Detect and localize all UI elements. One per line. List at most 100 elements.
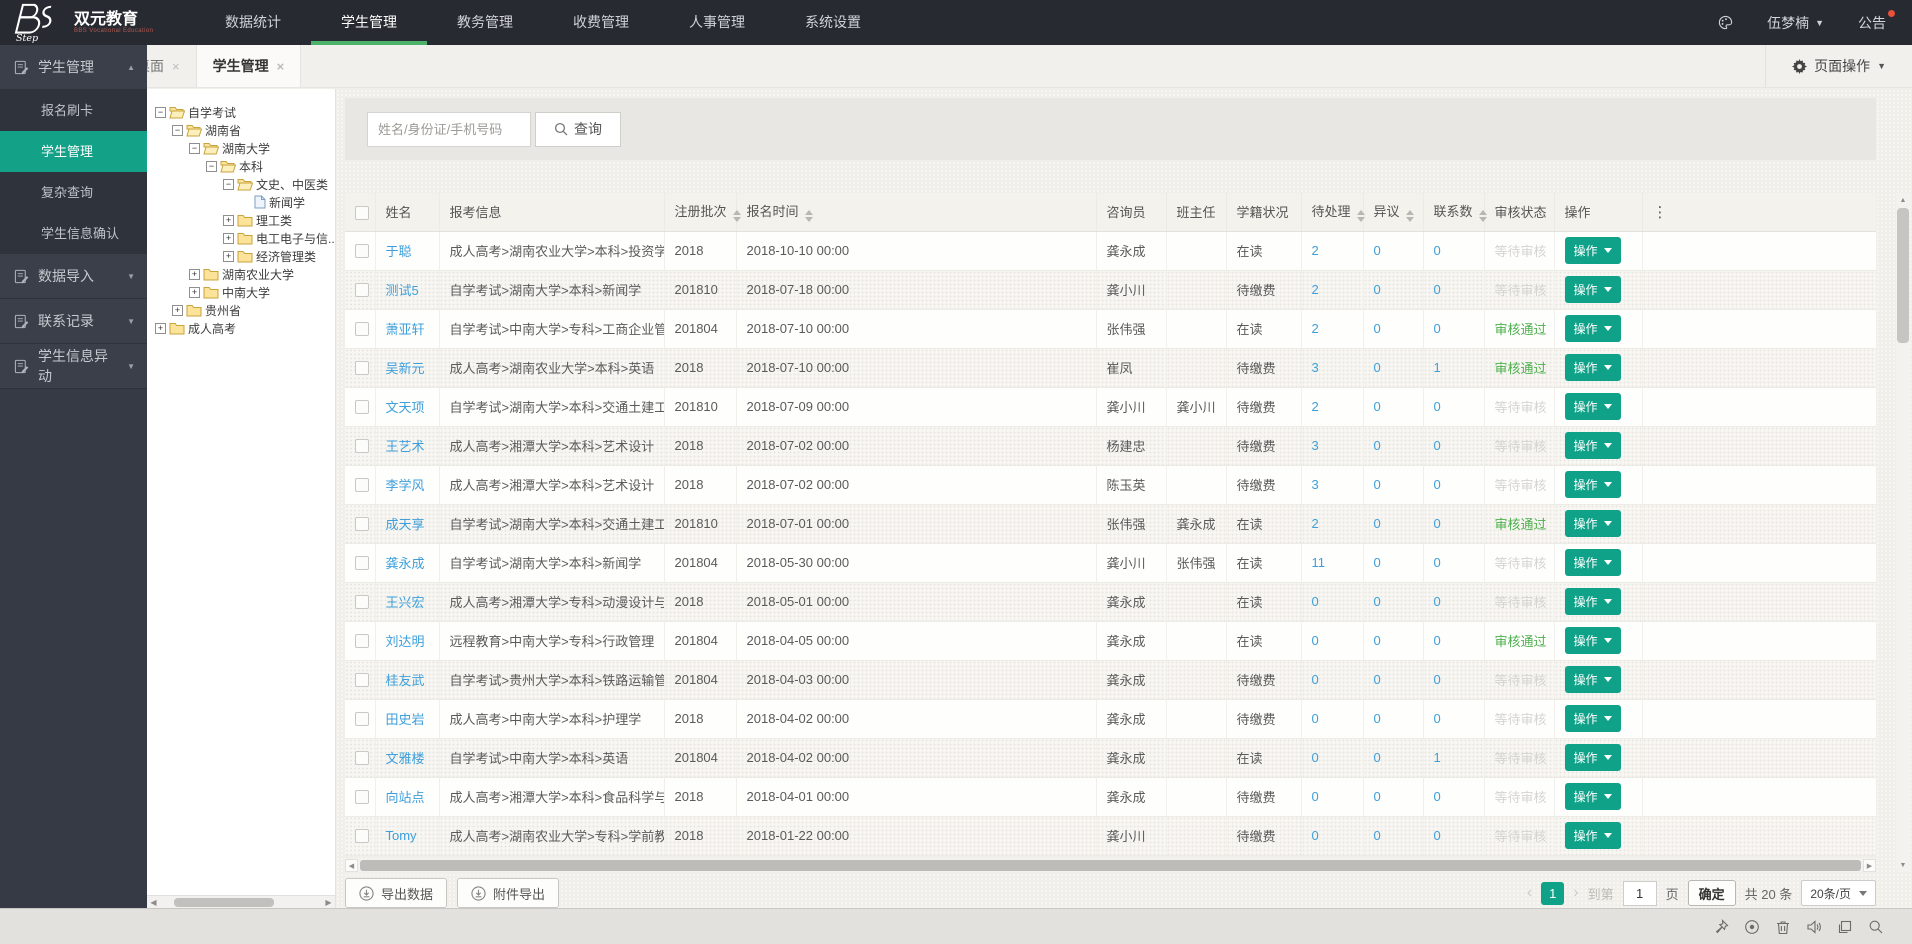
objection-count-link[interactable]: 0 [1374,282,1381,297]
contact-count-link[interactable]: 0 [1434,828,1441,843]
student-name-link[interactable]: 龚永成 [386,556,425,571]
tree-node-8[interactable]: +电工电子与信... [151,229,335,247]
objection-count-link[interactable]: 0 [1374,438,1381,453]
expand-icon[interactable]: + [172,305,183,316]
sort-icon[interactable] [1479,210,1487,222]
column-header-7[interactable]: 学籍状况 [1226,193,1301,231]
export-data-button[interactable]: 导出数据 [345,878,447,908]
tree-node-4[interactable]: −本科 [151,157,335,175]
expand-icon[interactable]: + [189,287,200,298]
contact-count-link[interactable]: 0 [1434,711,1441,726]
contact-count-link[interactable]: 0 [1434,633,1441,648]
collapse-icon[interactable]: − [189,143,200,154]
sort-icon[interactable] [805,210,813,222]
objection-count-link[interactable]: 0 [1374,672,1381,687]
confirm-page-button[interactable]: 确定 [1688,880,1736,906]
expand-icon[interactable]: + [223,215,234,226]
scroll-up-icon[interactable]: ▲ [1896,193,1910,207]
tree-node-3[interactable]: −湖南大学 [151,139,335,157]
sort-icon[interactable] [733,210,741,222]
sidebar-section-4[interactable]: 学生信息异动▼ [0,344,147,389]
app-logo[interactable]: Step 双元教育 BBS Vocational Education [0,0,195,45]
scroll-down-icon[interactable]: ▼ [1896,858,1910,872]
student-name-link[interactable]: Tomy [386,828,417,843]
scroll-right-icon[interactable]: ▶ [322,896,335,909]
row-action-button[interactable]: 操作 [1565,393,1621,420]
pending-count-link[interactable]: 2 [1312,321,1319,336]
tab-student-management[interactable]: 学生管理 × [196,45,302,87]
magnifier-icon[interactable] [1868,919,1884,935]
student-name-link[interactable]: 王艺术 [386,439,425,454]
row-action-button[interactable]: 操作 [1565,471,1621,498]
column-header-12[interactable]: 操作 [1554,193,1642,231]
tree-node-9[interactable]: +经济管理类 [151,247,335,265]
student-name-link[interactable]: 文雅楼 [386,751,425,766]
row-action-button[interactable]: 操作 [1565,354,1621,381]
contact-count-link[interactable]: 0 [1434,282,1441,297]
row-action-button[interactable]: 操作 [1565,237,1621,264]
contact-count-link[interactable]: 0 [1434,555,1441,570]
objection-count-link[interactable]: 0 [1374,321,1381,336]
row-action-button[interactable]: 操作 [1565,705,1621,732]
row-checkbox[interactable] [355,439,369,453]
column-settings-icon[interactable]: ⋮ [1653,204,1668,221]
row-checkbox[interactable] [355,829,369,843]
close-icon[interactable]: × [172,59,180,74]
objection-count-link[interactable]: 0 [1374,360,1381,375]
prev-page-icon[interactable]: ‹ [1527,884,1532,902]
scroll-left-icon[interactable]: ◀ [345,859,358,872]
row-action-button[interactable]: 操作 [1565,666,1621,693]
pending-count-link[interactable]: 3 [1312,360,1319,375]
objection-count-link[interactable]: 0 [1374,594,1381,609]
sidebar-item-报名刷卡[interactable]: 报名刷卡 [0,90,147,131]
column-header-6[interactable]: 班主任 [1166,193,1226,231]
expand-icon[interactable]: + [223,251,234,262]
column-header-8[interactable]: 待处理 [1301,193,1363,231]
pending-count-link[interactable]: 0 [1312,828,1319,843]
next-page-icon[interactable]: › [1573,884,1578,902]
row-checkbox[interactable] [355,634,369,648]
tree-node-2[interactable]: −湖南省 [151,121,335,139]
student-name-link[interactable]: 测试5 [386,283,419,298]
column-header-1[interactable]: 姓名 [375,193,439,231]
student-name-link[interactable]: 李学风 [386,478,425,493]
sidebar-section-1[interactable]: 学生管理▲ [0,45,147,90]
row-action-button[interactable]: 操作 [1565,744,1621,771]
column-header-5[interactable]: 咨询员 [1096,193,1166,231]
tree-node-7[interactable]: +理工类 [151,211,335,229]
trash-icon[interactable] [1775,919,1791,935]
column-header-11[interactable]: 审核状态 [1484,193,1554,231]
nav-item-4[interactable]: 收费管理 [543,0,659,45]
student-name-link[interactable]: 桂友武 [386,673,425,688]
scrollbar-thumb[interactable] [1897,208,1909,343]
search-input[interactable] [367,112,531,147]
pending-count-link[interactable]: 11 [1312,555,1326,570]
select-all-checkbox[interactable] [355,206,369,220]
sidebar-item-复杂查询[interactable]: 复杂查询 [0,172,147,213]
sort-icon[interactable] [1406,210,1414,222]
sidebar-item-学生信息确认[interactable]: 学生信息确认 [0,213,147,254]
contact-count-link[interactable]: 1 [1434,360,1441,375]
pending-count-link[interactable]: 2 [1312,282,1319,297]
column-header-10[interactable]: 联系数 [1423,193,1484,231]
tree-node-13[interactable]: +成人高考 [151,319,335,337]
student-name-link[interactable]: 文天项 [386,400,425,415]
pending-count-link[interactable]: 2 [1312,516,1319,531]
page-actions-button[interactable]: 页面操作 ▼ [1765,45,1912,87]
objection-count-link[interactable]: 0 [1374,789,1381,804]
row-checkbox[interactable] [355,283,369,297]
sort-icon[interactable] [1357,210,1365,222]
volume-icon[interactable] [1806,919,1822,935]
objection-count-link[interactable]: 0 [1374,243,1381,258]
current-page-button[interactable]: 1 [1541,882,1564,905]
goto-page-input[interactable] [1623,881,1657,906]
row-action-button[interactable]: 操作 [1565,276,1621,303]
objection-count-link[interactable]: 0 [1374,477,1381,492]
contact-count-link[interactable]: 0 [1434,516,1441,531]
sidebar-section-3[interactable]: 联系记录▼ [0,299,147,344]
contact-count-link[interactable]: 0 [1434,399,1441,414]
column-header-2[interactable]: 报考信息 [439,193,664,231]
page-size-select[interactable]: 20条/页 [1801,880,1876,906]
notice-link[interactable]: 公告 [1858,13,1886,33]
sidebar-item-学生管理[interactable]: 学生管理 [0,131,147,172]
